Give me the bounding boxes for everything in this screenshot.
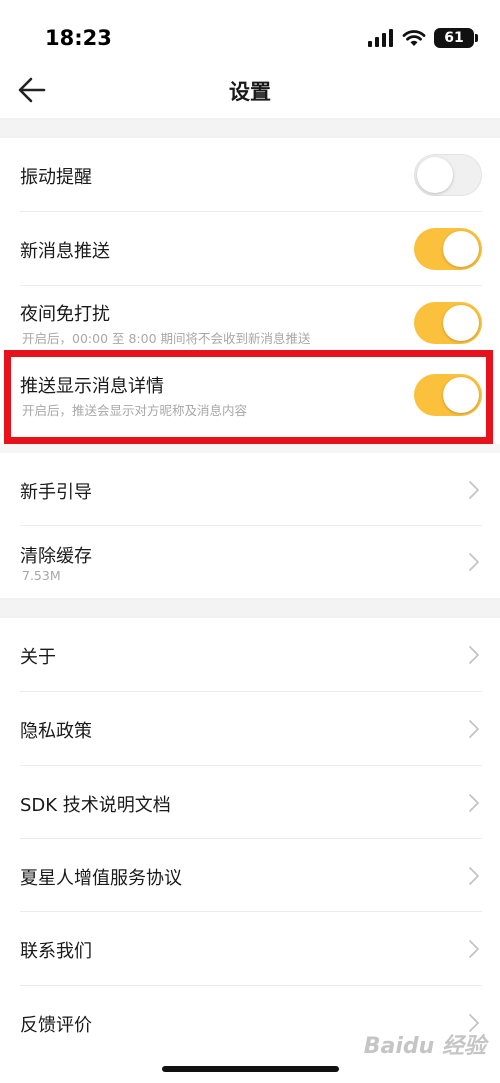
- setting-row-guide[interactable]: 新手引导: [0, 453, 500, 526]
- battery-icon: 61: [434, 28, 478, 48]
- setting-row-contact[interactable]: 联系我们: [0, 912, 500, 986]
- setting-label: 新手引导: [20, 482, 92, 503]
- setting-label: 推送显示消息详情: [20, 376, 164, 397]
- setting-row-service-agreement[interactable]: 夏星人增值服务协议: [0, 839, 500, 912]
- nav-bar: 设置: [0, 62, 500, 118]
- wifi-icon: [402, 30, 426, 46]
- chevron-right-icon: [469, 646, 479, 664]
- setting-label: 清除缓存: [20, 546, 92, 567]
- section-gap: [0, 444, 500, 453]
- setting-label: 夏星人增值服务协议: [20, 868, 182, 889]
- chevron-right-icon: [469, 940, 479, 958]
- signal-icon: [368, 29, 393, 47]
- chevron-right-icon: [469, 794, 479, 812]
- battery-level: 61: [444, 30, 464, 46]
- vibrate-toggle[interactable]: [414, 154, 482, 196]
- home-indicator: [162, 1066, 339, 1072]
- setting-label: 反馈评价: [20, 1015, 92, 1036]
- setting-row-clear-cache[interactable]: 清除缓存 7.53M: [0, 526, 500, 598]
- status-time: 18:23: [45, 26, 112, 50]
- chevron-right-icon: [469, 553, 479, 571]
- setting-description: 开启后，00:00 至 8:00 期间将不会收到新消息推送: [22, 331, 311, 346]
- setting-label: 联系我们: [20, 941, 92, 962]
- chevron-right-icon: [469, 867, 479, 885]
- section-gap: [0, 598, 500, 618]
- section-gap: [0, 118, 500, 138]
- watermark: Baidu 经验: [363, 1034, 486, 1059]
- setting-row-sdk-docs[interactable]: SDK 技术说明文档: [0, 766, 500, 839]
- setting-label: 振动提醒: [20, 167, 92, 188]
- setting-label: 新消息推送: [20, 241, 110, 262]
- page-title: 设置: [229, 80, 271, 104]
- setting-row-new-message-push: 新消息推送: [0, 212, 500, 286]
- setting-label: 隐私政策: [20, 721, 92, 742]
- setting-row-about[interactable]: 关于: [0, 618, 500, 692]
- status-icons: 61: [368, 28, 478, 48]
- setting-description: 开启后，推送会显示对方昵称及消息内容: [22, 403, 248, 418]
- setting-row-night-dnd: 夜间免打扰 开启后，00:00 至 8:00 期间将不会收到新消息推送: [0, 286, 500, 360]
- setting-label: 夜间免打扰: [20, 304, 110, 325]
- setting-row-vibrate: 振动提醒: [0, 138, 500, 212]
- setting-row-push-detail: 推送显示消息详情 开启后，推送会显示对方昵称及消息内容: [0, 360, 500, 440]
- setting-label: SDK 技术说明文档: [20, 795, 171, 816]
- cache-size: 7.53M: [22, 568, 61, 583]
- night-dnd-toggle[interactable]: [414, 302, 482, 344]
- push-detail-toggle[interactable]: [414, 374, 482, 416]
- chevron-right-icon: [469, 481, 479, 499]
- new-message-push-toggle[interactable]: [414, 228, 482, 270]
- chevron-right-icon: [469, 720, 479, 738]
- setting-row-privacy[interactable]: 隐私政策: [0, 692, 500, 766]
- setting-label: 关于: [20, 647, 56, 668]
